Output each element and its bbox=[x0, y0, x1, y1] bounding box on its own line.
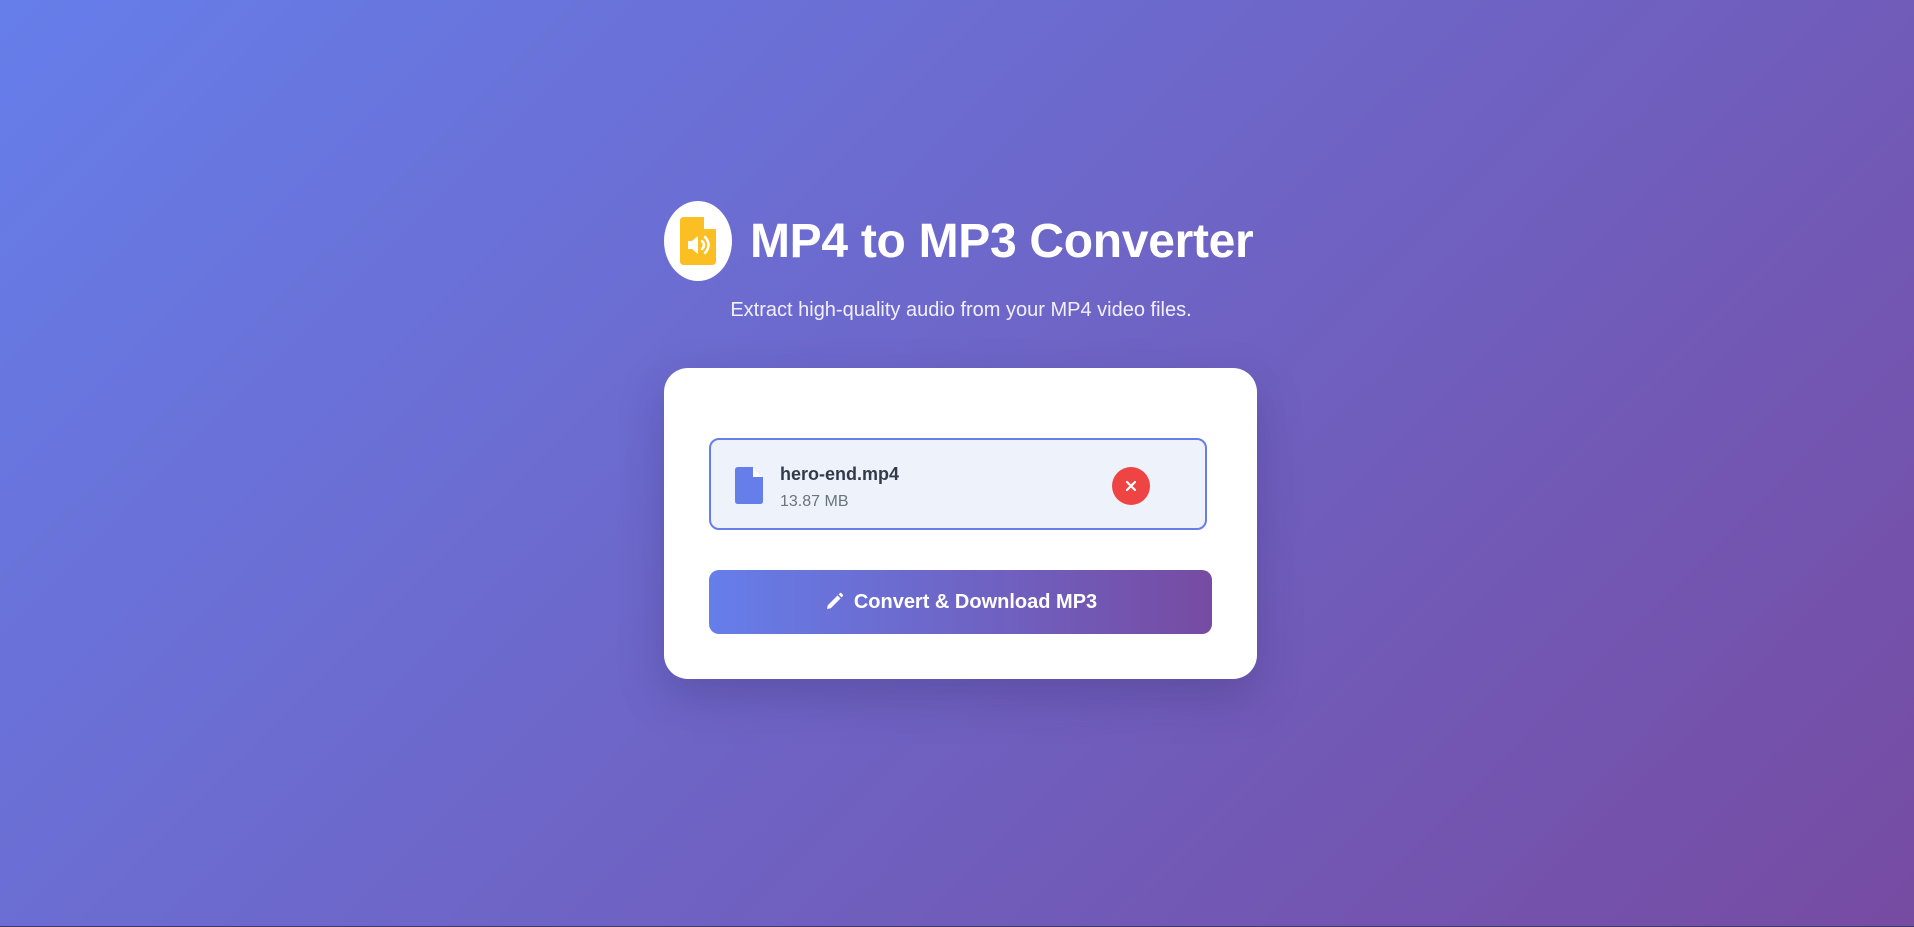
remove-file-button[interactable] bbox=[1112, 467, 1150, 505]
page-subtitle: Extract high-quality audio from your MP4… bbox=[730, 299, 1192, 321]
converter-card: hero-end.mp4 13.87 MB Convert & Download… bbox=[664, 368, 1257, 679]
pencil-icon bbox=[826, 592, 844, 609]
logo bbox=[664, 201, 732, 281]
file-size: 13.87 MB bbox=[780, 493, 849, 510]
convert-button-label: Convert & Download MP3 bbox=[853, 590, 1098, 613]
file-audio-icon bbox=[680, 217, 716, 265]
close-icon bbox=[1125, 480, 1137, 492]
page-title: MP4 to MP3 Converter bbox=[750, 214, 1254, 268]
app-header: MP4 to MP3 Converter bbox=[664, 200, 1258, 282]
selected-file: hero-end.mp4 13.87 MB bbox=[709, 438, 1207, 530]
file-name: hero-end.mp4 bbox=[780, 464, 900, 484]
file-icon bbox=[735, 467, 763, 504]
convert-download-button[interactable]: Convert & Download MP3 bbox=[709, 570, 1212, 634]
